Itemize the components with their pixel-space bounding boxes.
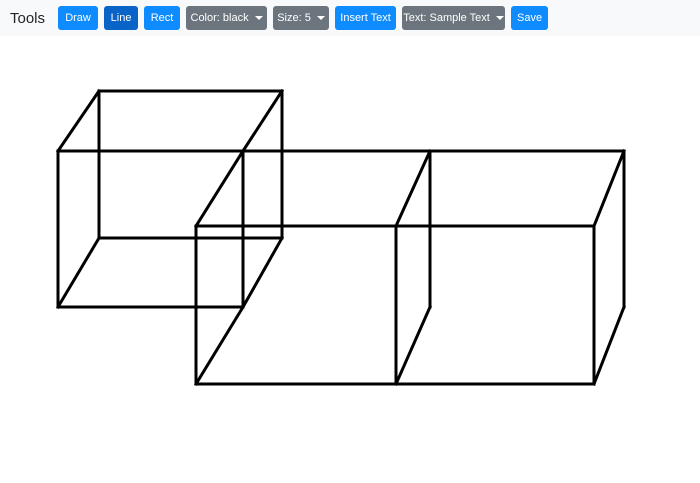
stroke-line	[193, 148, 246, 229]
toolbar: Tools Draw Line Rect Color: black Size: …	[0, 0, 700, 36]
chevron-down-icon	[316, 16, 325, 20]
rect-button[interactable]: Rect	[144, 6, 181, 30]
text-dropdown[interactable]: Text: Sample Text	[402, 6, 506, 30]
line-button[interactable]: Line	[104, 6, 139, 30]
stroke-line	[592, 305, 626, 386]
chevron-down-icon	[495, 16, 504, 20]
toolbar-brand: Tools	[10, 9, 46, 27]
size-dropdown-label: Size: 5	[277, 12, 311, 24]
stroke-line	[394, 305, 432, 386]
stroke-line	[394, 149, 432, 228]
stroke-line	[55, 235, 102, 310]
color-dropdown-label: Color: black	[190, 12, 249, 24]
size-dropdown[interactable]: Size: 5	[273, 6, 330, 30]
save-button[interactable]: Save	[511, 6, 549, 30]
insert-text-button[interactable]: Insert Text	[335, 6, 397, 30]
text-dropdown-label: Text: Sample Text	[403, 12, 490, 24]
stroke-line	[592, 149, 626, 228]
stroke-line	[193, 304, 246, 387]
drawing-canvas[interactable]	[0, 36, 700, 483]
drawing-surface	[55, 88, 626, 387]
draw-button[interactable]: Draw	[58, 6, 99, 30]
stroke-line	[240, 235, 285, 310]
color-dropdown[interactable]: Color: black	[186, 6, 268, 30]
stroke-line	[240, 88, 285, 154]
stroke-line	[55, 88, 102, 154]
chevron-down-icon	[254, 16, 263, 20]
